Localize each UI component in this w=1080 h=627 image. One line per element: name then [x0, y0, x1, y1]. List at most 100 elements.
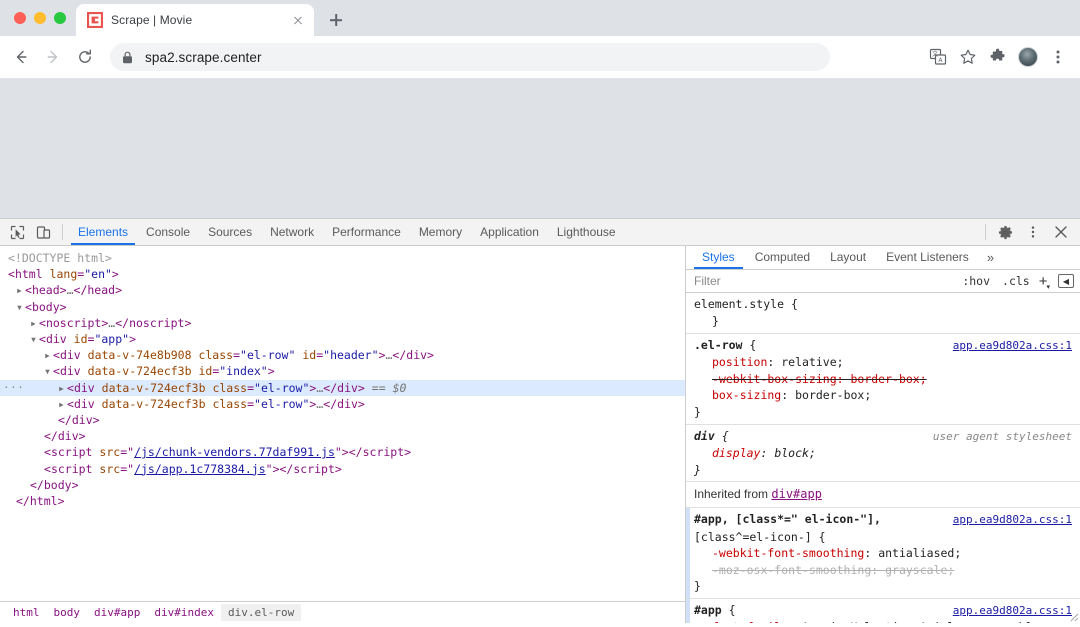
dom-row[interactable]: <script src="/js/chunk-vendors.77daf991.…: [0, 444, 685, 460]
style-declaration[interactable]: box-sizing: border-box;: [694, 387, 1080, 404]
rule-selector[interactable]: element.style {: [694, 296, 798, 313]
collapse-twisty-icon[interactable]: [16, 299, 25, 315]
styles-tab-styles[interactable]: Styles: [692, 246, 745, 269]
translate-icon[interactable]: 文A: [924, 43, 952, 71]
row-actions-icon[interactable]: ···: [3, 380, 24, 396]
inherited-source-node[interactable]: div#app: [771, 487, 822, 501]
devtools-tab-sources[interactable]: Sources: [199, 219, 261, 245]
chrome-menu-icon[interactable]: [1044, 43, 1072, 71]
dom-row[interactable]: <body>: [0, 299, 685, 315]
resize-grip[interactable]: [1067, 609, 1079, 622]
script-src-link[interactable]: /js/chunk-vendors.77daf991.js: [134, 445, 335, 459]
expand-twisty-icon[interactable]: [30, 315, 39, 331]
reload-icon[interactable]: [70, 42, 100, 72]
expand-twisty-icon[interactable]: [58, 380, 67, 396]
declaration-property[interactable]: -webkit-box-sizing: [712, 372, 837, 386]
style-declaration[interactable]: display: block;: [694, 445, 1080, 462]
styles-rules-list[interactable]: element.style { } .el-row { app.ea9d802a…: [686, 293, 1080, 623]
declaration-value[interactable]: border-box: [850, 372, 919, 386]
stylesheet-origin-link[interactable]: app.ea9d802a.css:1: [953, 338, 1080, 355]
collapse-twisty-icon[interactable]: [30, 331, 39, 347]
dom-tree[interactable]: <!DOCTYPE html> <html lang="en"> <head>……: [0, 246, 685, 601]
script-src-link[interactable]: /js/app.1c778384.js: [134, 462, 266, 476]
expand-twisty-icon[interactable]: [44, 347, 53, 363]
window-minimize-button[interactable]: [34, 12, 46, 24]
devtools-tab-performance[interactable]: Performance: [323, 219, 410, 245]
stylesheet-origin-link[interactable]: app.ea9d802a.css:1: [953, 512, 1080, 529]
dom-row[interactable]: </body>: [0, 477, 685, 493]
settings-gear-icon[interactable]: [992, 219, 1018, 245]
dom-row[interactable]: </div>: [0, 428, 685, 444]
new-tab-button[interactable]: [322, 6, 350, 34]
rule-selector[interactable]: .el-row {: [694, 337, 756, 354]
declaration-property[interactable]: -moz-osx-font-smoothing: [712, 563, 871, 577]
more-tabs-icon[interactable]: »: [979, 246, 1002, 269]
window-close-button[interactable]: [14, 12, 26, 24]
breadcrumb-item-div-el-row[interactable]: div.el-row: [220, 604, 302, 621]
dom-row[interactable]: <div data-v-74e8b908 class="el-row" id="…: [0, 347, 685, 363]
declaration-value[interactable]: border-box: [795, 388, 864, 402]
dom-row[interactable]: <html lang="en">: [0, 266, 685, 282]
expand-twisty-icon[interactable]: [16, 282, 25, 298]
style-declaration-disabled[interactable]: -webkit-box-sizing: border-box;: [694, 371, 1080, 388]
browser-tab[interactable]: Scrape | Movie: [76, 4, 314, 36]
breadcrumb-item-div-index[interactable]: div#index: [147, 604, 221, 621]
styles-tab-layout[interactable]: Layout: [820, 246, 876, 269]
force-hover-state-button[interactable]: :hov: [956, 274, 996, 288]
stylesheet-origin-link[interactable]: app.ea9d802a.css:1: [953, 603, 1080, 620]
devtools-tab-lighthouse[interactable]: Lighthouse: [548, 219, 625, 245]
style-rule-app-font[interactable]: #app { app.ea9d802a.css:1 font-family: A…: [686, 598, 1080, 623]
style-rule-user-agent-div[interactable]: div { user agent stylesheet display: blo…: [686, 425, 1080, 483]
expand-twisty-icon[interactable]: [58, 396, 67, 412]
dom-row[interactable]: </html>: [0, 493, 685, 509]
dom-row[interactable]: <noscript>…</noscript>: [0, 315, 685, 331]
breadcrumb-item-body[interactable]: body: [47, 604, 88, 621]
declaration-property[interactable]: box-sizing: [712, 388, 781, 402]
new-style-rule-button[interactable]: +▾: [1036, 273, 1054, 291]
close-devtools-icon[interactable]: [1048, 219, 1074, 245]
breadcrumb-item-div-app[interactable]: div#app: [87, 604, 147, 621]
address-bar[interactable]: spa2.scrape.center: [110, 43, 830, 71]
declaration-property[interactable]: -webkit-font-smoothing: [712, 546, 864, 560]
back-arrow-icon[interactable]: [6, 42, 36, 72]
declaration-value[interactable]: grayscale: [885, 563, 947, 577]
rule-selector[interactable]: #app, [class*=" el-icon-"],: [694, 511, 881, 528]
devtools-tab-elements[interactable]: Elements: [69, 219, 137, 245]
declaration-property[interactable]: position: [712, 355, 767, 369]
dom-row[interactable]: <script src="/js/app.1c778384.js"></scri…: [0, 461, 685, 477]
dom-row[interactable]: </div>: [0, 412, 685, 428]
bookmark-star-icon[interactable]: [954, 43, 982, 71]
styles-tab-event-listeners[interactable]: Event Listeners: [876, 246, 979, 269]
devtools-tab-memory[interactable]: Memory: [410, 219, 471, 245]
profile-avatar[interactable]: [1014, 43, 1042, 71]
rule-selector[interactable]: div {: [694, 428, 729, 445]
extensions-puzzle-icon[interactable]: [984, 43, 1012, 71]
declaration-value[interactable]: block: [774, 446, 809, 460]
devtools-more-icon[interactable]: [1020, 219, 1046, 245]
devtools-tab-network[interactable]: Network: [261, 219, 323, 245]
dom-row[interactable]: <div id="app">: [0, 331, 685, 347]
dom-row[interactable]: <div data-v-724ecf3b class="el-row">…</d…: [0, 396, 685, 412]
device-toolbar-icon[interactable]: [30, 219, 56, 245]
inspect-element-icon[interactable]: [4, 219, 30, 245]
rule-selector[interactable]: #app {: [694, 602, 736, 619]
style-declaration[interactable]: position: relative;: [694, 354, 1080, 371]
window-maximize-button[interactable]: [54, 12, 66, 24]
style-declaration[interactable]: -webkit-font-smoothing: antialiased;: [694, 545, 1080, 562]
style-declaration[interactable]: font-family: Avenir,Helvetica,Arial,sans…: [694, 619, 1080, 623]
style-declaration-unsupported[interactable]: -moz-osx-font-smoothing: grayscale;: [694, 562, 1080, 579]
dom-row[interactable]: <head>…</head>: [0, 282, 685, 298]
breadcrumb-item-html[interactable]: html: [6, 604, 47, 621]
close-tab-icon[interactable]: [290, 12, 306, 28]
collapse-twisty-icon[interactable]: [44, 363, 53, 379]
style-rule-el-row[interactable]: .el-row { app.ea9d802a.css:1 position: r…: [686, 334, 1080, 425]
dom-row[interactable]: <!DOCTYPE html>: [0, 250, 685, 266]
styles-tab-computed[interactable]: Computed: [745, 246, 820, 269]
element-classes-button[interactable]: .cls: [996, 274, 1036, 288]
toggle-computed-sidebar-button[interactable]: ◀: [1058, 274, 1074, 289]
dom-row[interactable]: <div data-v-724ecf3b id="index">: [0, 363, 685, 379]
declaration-property[interactable]: display: [712, 446, 760, 460]
devtools-tab-application[interactable]: Application: [471, 219, 548, 245]
declaration-value[interactable]: relative: [781, 355, 836, 369]
style-rule-element-style[interactable]: element.style { }: [686, 293, 1080, 334]
